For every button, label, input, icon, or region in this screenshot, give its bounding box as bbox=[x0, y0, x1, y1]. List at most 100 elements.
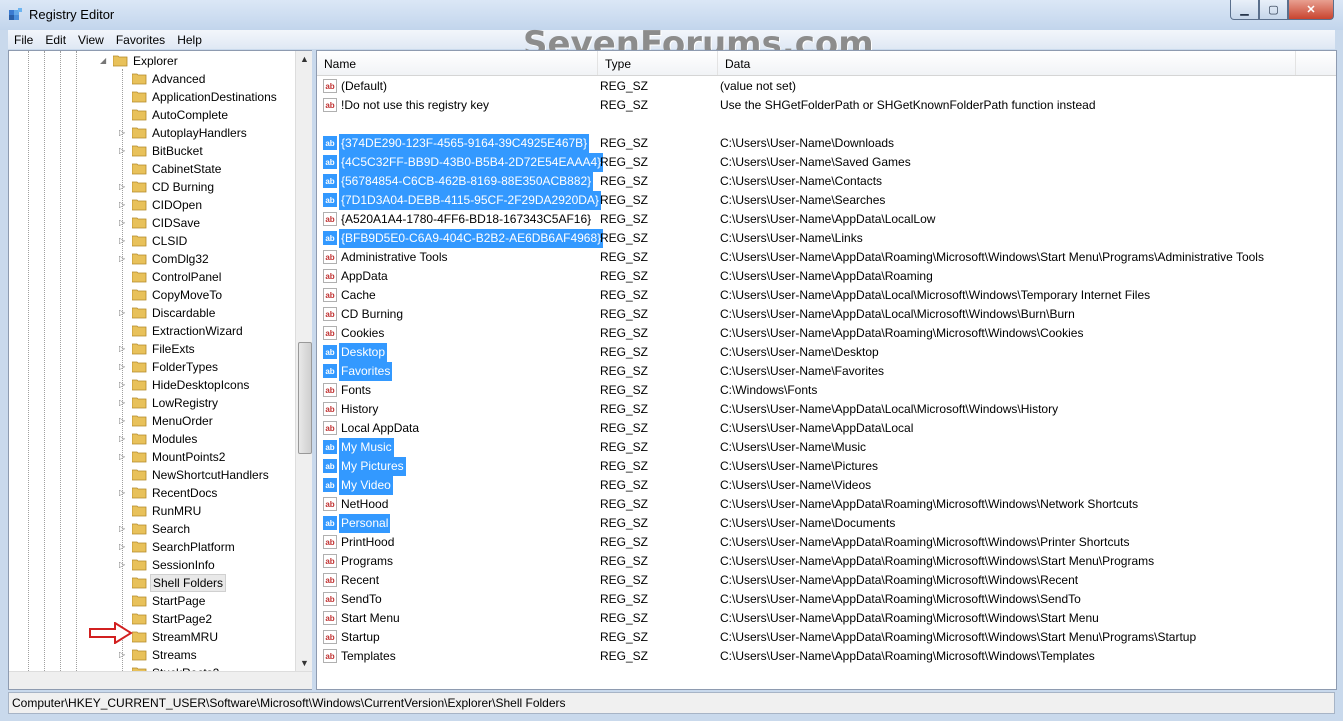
string-value-icon: ab bbox=[323, 459, 337, 473]
value-row[interactable]: ab Personal REG_SZ C:\Users\User-Name\Docum… bbox=[317, 514, 1336, 533]
value-row[interactable]: ab PrintHood REG_SZ C:\Users\User-Name\AppD… bbox=[317, 533, 1336, 552]
value-row[interactable]: ab {4C5C32FF-BB9D-43B0-B5B4-2D72E54EAAA4}… bbox=[317, 153, 1336, 172]
expand-icon[interactable]: ▷ bbox=[119, 124, 129, 142]
expand-icon[interactable]: ▷ bbox=[119, 340, 129, 358]
value-row[interactable]: ab !Do not use this registry key REG_SZ Use… bbox=[317, 96, 1336, 115]
expand-icon[interactable]: ▷ bbox=[119, 376, 129, 394]
expand-icon[interactable]: ▷ bbox=[119, 556, 129, 574]
value-row[interactable]: ab {56784854-C6CB-462B-8169-88E350ACB882}… bbox=[317, 172, 1336, 191]
expand-icon[interactable]: ▷ bbox=[119, 358, 129, 376]
expand-icon[interactable]: ▷ bbox=[119, 538, 129, 556]
expand-icon[interactable]: ▷ bbox=[119, 232, 129, 250]
expand-icon[interactable]: ▷ bbox=[119, 430, 129, 448]
value-name: {4C5C32FF-BB9D-43B0-B5B4-2D72E54EAAA4} bbox=[339, 153, 604, 172]
menu-favorites[interactable]: Favorites bbox=[110, 33, 171, 47]
expand-icon[interactable]: ▷ bbox=[119, 250, 129, 268]
value-data: C:\Users\User-Name\Favorites bbox=[720, 364, 885, 378]
column-header-name[interactable]: Name bbox=[317, 51, 598, 75]
string-value-icon: ab bbox=[323, 212, 337, 226]
value-row[interactable]: ab {7D1D3A04-DEBB-4115-95CF-2F29DA2920DA}… bbox=[317, 191, 1336, 210]
value-row[interactable]: ab Programs REG_SZ C:\Users\User-Name\AppDa… bbox=[317, 552, 1336, 571]
value-type: REG_SZ bbox=[600, 459, 649, 473]
value-row[interactable] bbox=[317, 115, 1336, 134]
expand-icon[interactable]: ▷ bbox=[119, 448, 129, 466]
value-row[interactable]: ab SendTo REG_SZ C:\Users\User-Name\AppData… bbox=[317, 590, 1336, 609]
value-row[interactable]: ab (Default) REG_SZ (value not set) bbox=[317, 77, 1336, 96]
expand-icon[interactable]: ▷ bbox=[119, 646, 129, 664]
string-value-icon: ab bbox=[323, 630, 337, 644]
value-data: C:\Users\User-Name\Videos bbox=[720, 478, 872, 492]
expand-icon[interactable]: ▷ bbox=[119, 304, 129, 322]
scroll-down-icon[interactable]: ▼ bbox=[300, 658, 309, 668]
values-list-pane[interactable]: Name Type Data ab (Default) REG_SZ (value n… bbox=[316, 50, 1337, 690]
value-row[interactable]: ab {BFB9D5E0-C6A9-404C-B2B2-AE6DB6AF4968}… bbox=[317, 229, 1336, 248]
collapse-icon[interactable]: ◢ bbox=[100, 52, 110, 70]
tree-vertical-scrollbar[interactable]: ▲ ▼ bbox=[295, 51, 313, 671]
expand-icon[interactable]: ▷ bbox=[119, 214, 129, 232]
value-data: C:\Users\User-Name\Desktop bbox=[720, 345, 879, 359]
tree-item-label: StreamMRU bbox=[152, 630, 219, 644]
value-name: Start Menu bbox=[341, 611, 400, 625]
folder-icon bbox=[132, 271, 147, 283]
value-row[interactable]: ab Desktop REG_SZ C:\Users\User-Name\Deskto… bbox=[317, 343, 1336, 362]
close-button[interactable]: ✕ bbox=[1288, 0, 1334, 20]
value-name: {BFB9D5E0-C6A9-404C-B2B2-AE6DB6AF4968} bbox=[339, 229, 604, 248]
minimize-button[interactable]: ▁ bbox=[1230, 0, 1259, 20]
value-row[interactable]: ab Fonts REG_SZ C:\Windows\Fonts bbox=[317, 381, 1336, 400]
value-row[interactable]: ab Recent REG_SZ C:\Users\User-Name\AppData… bbox=[317, 571, 1336, 590]
value-row[interactable]: ab CD Burning REG_SZ C:\Users\User-Name\App… bbox=[317, 305, 1336, 324]
tree-item-label: RunMRU bbox=[152, 504, 202, 518]
value-name: {A520A1A4-1780-4FF6-BD18-167343C5AF16} bbox=[341, 212, 592, 226]
value-data: C:\Users\User-Name\AppData\Roaming bbox=[720, 269, 933, 283]
menu-edit[interactable]: Edit bbox=[39, 33, 72, 47]
folder-icon bbox=[132, 541, 147, 553]
column-header-type[interactable]: Type bbox=[598, 51, 718, 75]
string-value-icon: ab bbox=[323, 649, 337, 663]
value-row[interactable]: ab Local AppData REG_SZ C:\Users\User-Name\… bbox=[317, 419, 1336, 438]
expand-icon[interactable]: ▷ bbox=[119, 520, 129, 538]
tree-item-label: Modules bbox=[152, 432, 198, 446]
value-row[interactable]: ab My Video REG_SZ C:\Users\User-Name\Video… bbox=[317, 476, 1336, 495]
value-data: C:\Users\User-Name\AppData\Local bbox=[720, 421, 914, 435]
value-row[interactable]: ab History REG_SZ C:\Users\User-Name\AppDat… bbox=[317, 400, 1336, 419]
value-row[interactable]: ab NetHood REG_SZ C:\Users\User-Name\AppDat… bbox=[317, 495, 1336, 514]
value-row[interactable]: ab My Pictures REG_SZ C:\Users\User-Name\Pi… bbox=[317, 457, 1336, 476]
folder-icon bbox=[132, 433, 147, 445]
folder-icon bbox=[132, 595, 147, 607]
value-row[interactable]: ab {A520A1A4-1780-4FF6-BD18-167343C5AF16}… bbox=[317, 210, 1336, 229]
string-value-icon: ab bbox=[323, 554, 337, 568]
column-header-data[interactable]: Data bbox=[718, 51, 1296, 75]
tree-item-label: SearchPlatform bbox=[152, 540, 235, 554]
folder-icon bbox=[132, 235, 147, 247]
expand-icon[interactable]: ▷ bbox=[119, 484, 129, 502]
value-row[interactable]: ab My Music REG_SZ C:\Users\User-Name\Music bbox=[317, 438, 1336, 457]
value-row[interactable]: ab Templates REG_SZ C:\Users\User-Name\AppD… bbox=[317, 647, 1336, 666]
maximize-button[interactable]: ▢ bbox=[1259, 0, 1288, 20]
string-value-icon: ab bbox=[323, 364, 337, 378]
menu-help[interactable]: Help bbox=[171, 33, 208, 47]
menu-view[interactable]: View bbox=[72, 33, 110, 47]
value-name: AppData bbox=[341, 269, 388, 283]
value-row[interactable]: ab {374DE290-123F-4565-9164-39C4925E467B}… bbox=[317, 134, 1336, 153]
tree-horizontal-scrollbar[interactable] bbox=[9, 671, 313, 689]
value-type: REG_SZ bbox=[600, 136, 649, 150]
value-row[interactable]: ab Startup REG_SZ C:\Users\User-Name\AppDat… bbox=[317, 628, 1336, 647]
value-row[interactable]: ab AppData REG_SZ C:\Users\User-Name\AppDat… bbox=[317, 267, 1336, 286]
tree-scroll-thumb[interactable] bbox=[298, 342, 312, 454]
scroll-up-icon[interactable]: ▲ bbox=[300, 54, 309, 64]
expand-icon[interactable]: ▷ bbox=[119, 142, 129, 160]
expand-icon[interactable]: ▷ bbox=[119, 178, 129, 196]
value-name: My Video bbox=[339, 476, 393, 495]
menu-file[interactable]: File bbox=[8, 33, 39, 47]
value-row[interactable]: ab Cookies REG_SZ C:\Users\User-Name\AppDat… bbox=[317, 324, 1336, 343]
expand-icon[interactable]: ▷ bbox=[119, 196, 129, 214]
expand-icon[interactable]: ▷ bbox=[119, 412, 129, 430]
expand-icon[interactable]: ▷ bbox=[119, 394, 129, 412]
value-type: REG_SZ bbox=[600, 250, 649, 264]
value-row[interactable]: ab Cache REG_SZ C:\Users\User-Name\AppData\… bbox=[317, 286, 1336, 305]
value-row[interactable]: ab Administrative Tools REG_SZ C:\Users\Use… bbox=[317, 248, 1336, 267]
key-tree-pane[interactable]: ◢ Explorer Advanced ApplicationDestinations… bbox=[8, 50, 314, 690]
value-row[interactable]: ab Start Menu REG_SZ C:\Users\User-Name\App… bbox=[317, 609, 1336, 628]
value-row[interactable]: ab Favorites REG_SZ C:\Users\User-Name\Favo… bbox=[317, 362, 1336, 381]
value-data: C:\Users\User-Name\Links bbox=[720, 231, 863, 245]
